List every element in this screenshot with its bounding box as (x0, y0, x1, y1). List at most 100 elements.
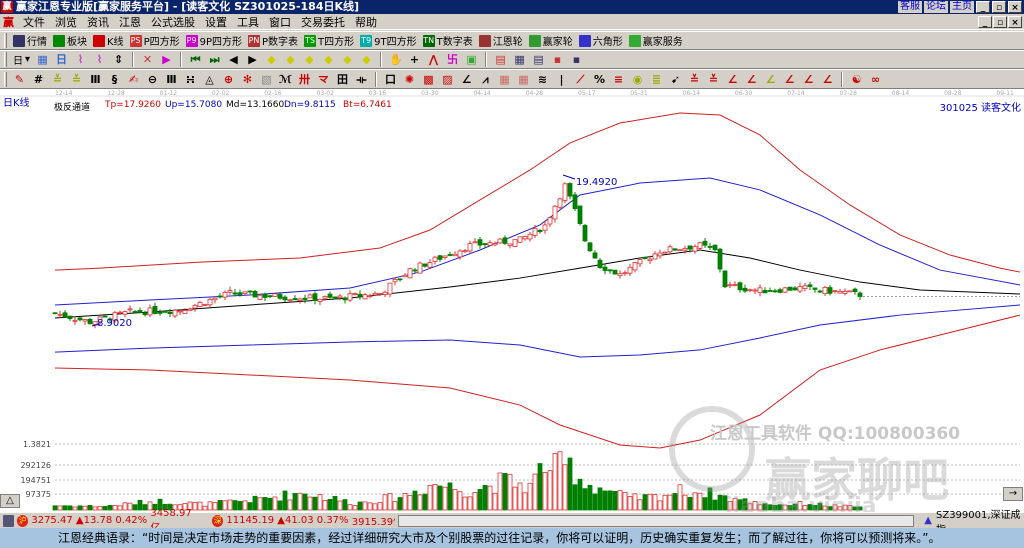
link-home[interactable]: 主页 (950, 1, 974, 13)
calculator-icon[interactable]: ▦ (513, 53, 526, 66)
link-customer-service[interactable]: 客服 (898, 1, 922, 13)
toolbar-grip[interactable] (4, 52, 7, 67)
kline-view-icon[interactable]: ▦ (36, 53, 49, 66)
gold-b-icon[interactable]: ≚ (70, 73, 83, 86)
indicator-b-icon[interactable]: ⌇ (93, 53, 106, 66)
wave-icon[interactable]: ⩘ (479, 73, 492, 86)
ruler-icon[interactable]: ⟋ (574, 73, 587, 86)
cycle-icon[interactable]: 龴 (317, 73, 330, 86)
menu-news[interactable]: 资讯 (82, 14, 114, 30)
brush-icon[interactable]: ✍ (127, 73, 140, 86)
yinyang-icon[interactable]: ☯ (850, 73, 863, 86)
square2-icon[interactable]: ▦ (517, 73, 530, 86)
gold-a-icon[interactable]: ≚ (51, 73, 64, 86)
reset-icon[interactable]: ✕ (141, 53, 154, 66)
pen-icon[interactable]: ✎ (13, 73, 26, 86)
angle6-icon[interactable]: ∠ (802, 73, 815, 86)
menu-formula[interactable]: 公式选股 (146, 14, 200, 30)
speed-icon[interactable]: ℳ (279, 73, 292, 86)
gold-coin-icon[interactable]: ◉ (631, 73, 644, 86)
fib-icon[interactable]: ∺ (184, 73, 197, 86)
last-icon[interactable]: ⏭ (208, 53, 221, 66)
zoom-a-icon[interactable]: ◆ (265, 53, 278, 66)
target-icon[interactable]: ⊕ (222, 73, 235, 86)
scroll-right-button[interactable]: → (1003, 487, 1023, 501)
zoom-b-icon[interactable]: ◆ (284, 53, 297, 66)
circle-icon[interactable]: ⊖ (146, 73, 159, 86)
toolbar-grip[interactable] (4, 33, 7, 48)
prev-icon[interactable]: ◀ (227, 53, 240, 66)
child-minimize-button[interactable]: _ (978, 16, 992, 28)
menu-tools[interactable]: 工具 (232, 14, 264, 30)
toolbar-button-ps[interactable]: PS P四方形 (127, 33, 183, 49)
arrow-icon[interactable]: ➹ (669, 73, 682, 86)
menu-window[interactable]: 窗口 (264, 14, 296, 30)
menu-trade[interactable]: 交易委托 (296, 14, 350, 30)
angle3-icon[interactable]: ∠ (745, 73, 758, 86)
indicator-a-icon[interactable]: ⌇ (74, 53, 87, 66)
angle5-icon[interactable]: ∠ (783, 73, 796, 86)
square-icon[interactable]: ▦ (498, 73, 511, 86)
toolbar-button-service[interactable]: 赢家服务 (626, 33, 686, 49)
curve-icon[interactable]: § (108, 73, 121, 86)
rect-icon[interactable]: 口 (384, 73, 397, 86)
angle2-icon[interactable]: ∠ (726, 73, 739, 86)
angle4-icon[interactable]: ∠ (764, 73, 777, 86)
measure-icon[interactable]: ⟛ (355, 73, 368, 86)
zoom-d-icon[interactable]: ◆ (322, 53, 335, 66)
crosshair-icon[interactable]: + (408, 53, 421, 66)
calendar-icon[interactable]: ▤ (494, 53, 507, 66)
line-icon[interactable]: ⋀ (427, 53, 440, 66)
child-restore-button[interactable]: ▫ (993, 16, 1007, 28)
zoom-e-icon[interactable]: ◆ (341, 53, 354, 66)
percent-icon[interactable]: % (593, 73, 606, 86)
bars-icon[interactable]: 卅 (298, 73, 311, 86)
toolbar-button-hexagon[interactable]: 六角形 (576, 33, 626, 49)
parallel-icon[interactable]: ≋ (536, 73, 549, 86)
calculator-icon[interactable] (3, 514, 15, 527)
flag-icon[interactable]: ▶ (160, 53, 173, 66)
gold-a2-icon[interactable]: ≚ (688, 73, 701, 86)
toolbar-button-sector[interactable]: 板块 (50, 33, 90, 49)
angle7-icon[interactable]: ∠ (821, 73, 834, 86)
save-icon[interactable]: ▪ (551, 53, 564, 66)
infinity-icon[interactable]: ∞ (869, 73, 882, 86)
first-icon[interactable]: ⏮ (189, 53, 202, 66)
menu-browse[interactable]: 浏览 (50, 14, 82, 30)
chart-icon[interactable]: ▣ (465, 53, 478, 66)
menu-gann[interactable]: 江恩 (114, 14, 146, 30)
toolbar-grip[interactable] (4, 71, 7, 87)
toolbar-button-t9[interactable]: T9 9T四方形 (357, 33, 419, 49)
star-icon[interactable]: ✻ (241, 73, 254, 86)
toolbar-button-quote[interactable]: 行情 (10, 33, 50, 49)
toolbar-button-p9[interactable]: P9 9P四方形 (183, 33, 245, 49)
expand-button[interactable]: △ (0, 494, 20, 508)
angle-icon[interactable]: ∠ (460, 73, 473, 86)
fan-icon[interactable]: ✺ (403, 73, 416, 86)
zoom-f-icon[interactable]: ◆ (360, 53, 373, 66)
next-icon[interactable]: ▶ (246, 53, 259, 66)
toolbar-button-tn[interactable]: TN T数字表 (420, 33, 476, 49)
toolbar-button-winner-wheel[interactable]: 赢家轮 (526, 33, 576, 49)
hand-icon[interactable]: ✋ (389, 53, 403, 66)
toolbar-button-kline[interactable]: K线 (90, 33, 127, 49)
toolbar-button-gann-wheel[interactable]: 江恩轮 (476, 33, 526, 49)
menu-settings[interactable]: 设置 (200, 14, 232, 30)
minimize-button[interactable]: _ (976, 1, 990, 13)
kline-chart[interactable]: 12-14 12-28 01-12 02-02 02-16 03-02 03-16 03-30… (0, 89, 1024, 512)
horizontal-scrollbar[interactable] (397, 514, 915, 527)
child-close-button[interactable]: × (1008, 16, 1022, 28)
list-icon[interactable]: ▤ (532, 53, 545, 66)
percent-lines-icon[interactable]: ≡ (612, 73, 625, 86)
triangle-icon[interactable]: ◬ (203, 73, 216, 86)
period-dropdown[interactable]: 日 ▾ (10, 52, 33, 68)
gold-b2-icon[interactable]: ≚ (707, 73, 720, 86)
truck-icon[interactable]: ▪ (570, 53, 583, 66)
grid2-icon[interactable]: 田 (336, 73, 349, 86)
menu-help[interactable]: 帮助 (350, 14, 382, 30)
gann-grid-icon[interactable]: ▨ (441, 73, 454, 86)
fork-icon[interactable]: Ⅲ (89, 73, 102, 86)
gann-box-icon[interactable]: ▩ (422, 73, 435, 86)
link-forum[interactable]: 论坛 (924, 1, 948, 13)
toolbar-button-ts[interactable]: TS T四方形 (301, 33, 357, 49)
